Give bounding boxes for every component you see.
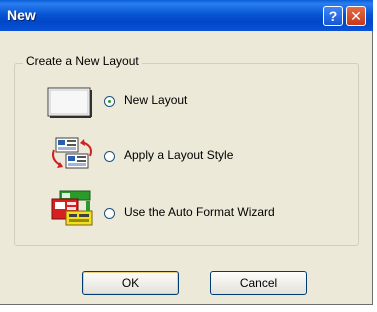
option-new-layout[interactable]: New Layout [0,80,370,124]
title-bar: New ? ✕ [0,0,373,31]
help-button[interactable]: ? [323,6,343,26]
format-wizard-icon [51,190,93,226]
cancel-button[interactable]: Cancel [210,271,307,295]
new-layout-radio[interactable] [104,96,115,107]
close-button[interactable]: ✕ [346,6,366,26]
help-icon: ? [328,8,338,24]
layout-style-icon [52,137,92,169]
option-layout-style[interactable]: Apply a Layout Style [0,132,370,176]
groupbox-label: Create a New Layout [23,54,142,68]
window-title: New [7,7,36,23]
close-icon: ✕ [350,8,362,24]
layout-style-radio[interactable] [104,151,115,162]
dialog-window: New ? ✕ Create a New Layout New Layout A… [0,0,373,305]
ok-button[interactable]: OK [82,271,179,295]
option-auto-format[interactable]: Use the Auto Format Wizard [0,187,370,231]
option-label: Apply a Layout Style [124,148,234,162]
option-label: Use the Auto Format Wizard [124,205,275,219]
blank-layout-icon [47,87,92,118]
option-label: New Layout [124,93,188,107]
auto-format-radio[interactable] [104,208,115,219]
